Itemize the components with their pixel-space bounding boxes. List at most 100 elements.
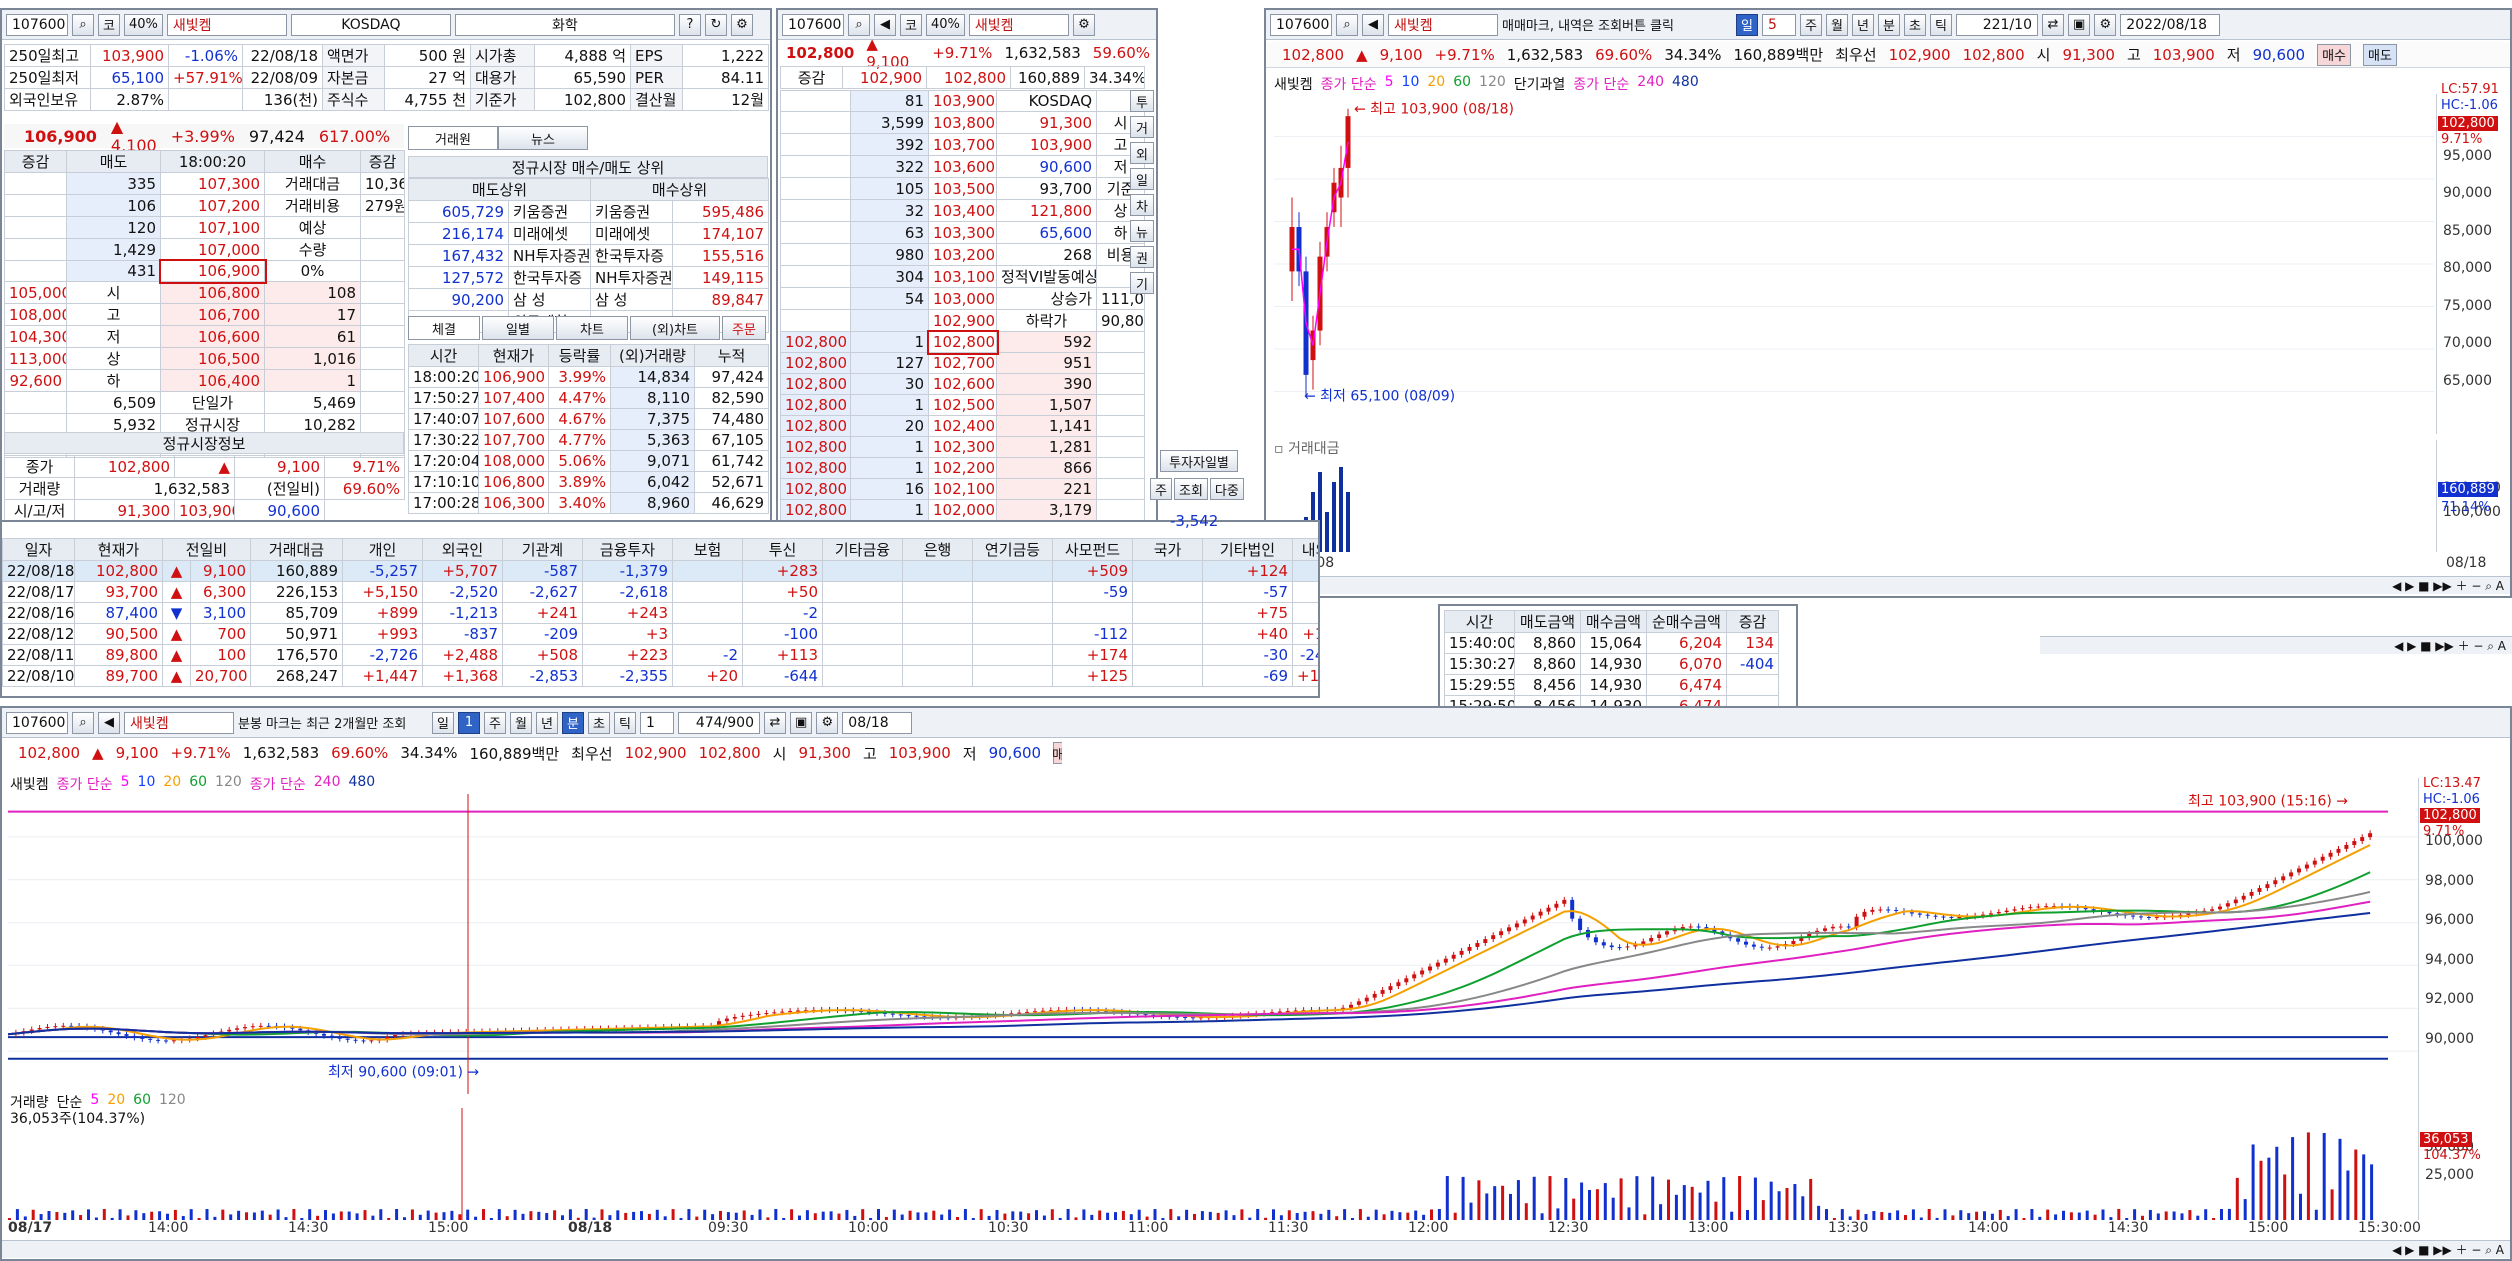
quote-ask-row[interactable]: 322 103,600 90,600 저 [780,155,1145,178]
daily-date[interactable]: 2022/08/18 [2120,13,2221,36]
quote-extra-ask-row[interactable]: 102,900하락가90,800 [780,309,1145,332]
code-input[interactable]: 107600 [6,13,68,36]
quote-stock-name[interactable]: 새빛켐 [968,13,1069,36]
quote-ask-row[interactable]: 63 103,300 65,600 하 [780,221,1145,244]
quote-ask-row[interactable]: 105 103,500 93,700 기준 [780,177,1145,200]
minute-settings-icon[interactable]: ⚙ [816,711,839,734]
minute-volume-chart[interactable] [8,1108,2418,1220]
bid-row[interactable]: 92,600 하 106,400 1 [4,369,405,392]
investor-type-button[interactable]: 주 [1150,478,1172,500]
quote-ask-row[interactable]: 54103,000상승가111,000 [780,287,1145,310]
legend-item[interactable]: 5 [121,774,130,794]
bid-row[interactable]: 104,300 저 106,600 61 [4,325,405,348]
legend-item[interactable]: 종가 단순 [57,774,113,794]
minute-period-second[interactable]: 초 [588,711,610,734]
daily-settings-icon[interactable]: ⚙ [2094,13,2117,36]
legend-item[interactable]: 종가 단순 [250,774,306,794]
minute-tool-icon[interactable]: ⇄ [764,711,786,734]
investor-row[interactable]: 22/08/18 102,800 ▲ 9,100 160,889 -5,257 +5,707… [2,560,1318,582]
daily-price-chart[interactable]: ← 최고 103,900 (08/18) ← 최저 65,100 (08/09) [1274,94,2434,434]
daily-code-input[interactable]: 107600 [1270,13,1332,36]
refresh-icon[interactable]: ↻ [704,13,727,36]
legend-item[interactable]: 새빛켐 [10,774,49,794]
legend-item[interactable]: 10 [1402,74,1420,94]
investor-query-button[interactable]: 조회 [1174,478,1208,500]
broker-row[interactable]: 216,174 미래에셋 미래에셋 174,107 [408,222,770,245]
quote-side-tab[interactable]: 뉴 [1130,220,1154,242]
quote-bid-row[interactable]: 102,800 127 102,700 951 [780,352,1145,374]
tab-news[interactable]: 뉴스 [498,126,588,150]
minute-search-icon[interactable]: ⌕ [72,711,94,734]
quote-bid-row[interactable]: 102,800 1 102,800 592 [780,329,1145,355]
tab-brokers[interactable]: 거래원 [408,126,498,150]
investor-row[interactable]: 22/08/16 87,400 ▼ 3,100 85,709 +899 -1,213 +241… [2,602,1318,624]
minute-code-input[interactable]: 107600 [6,711,68,734]
legend-item[interactable]: 240 [314,774,341,794]
period-second[interactable]: 초 [1904,13,1926,36]
quote-ask-row[interactable]: 3,599 103,800 91,300 시 [780,111,1145,134]
minute-save-icon[interactable]: ▣ [790,711,813,734]
quote-code-input[interactable]: 107600 [782,13,844,36]
minute-period-year[interactable]: 년 [536,711,558,734]
ask-row[interactable]: 1,429 107,000 수량 [4,238,405,261]
bid-row[interactable]: 105,000 시 106,800 108 [4,281,405,304]
quote-side-tab[interactable]: 차 [1130,194,1154,216]
quote-ask-row[interactable]: 980 103,200 268 비용 [780,243,1145,266]
ask-row[interactable]: 431 106,900 0% [4,258,405,284]
quote-bid-row[interactable]: 102,800 16 102,100 221 [780,478,1145,500]
quote-bid-row[interactable]: 102,800 20 102,400 1,141 [780,415,1145,437]
investor-multi-button[interactable]: 다중 [1209,478,1244,500]
minute-period-count[interactable]: 1 [458,711,480,734]
bid-row[interactable]: 113,000 상 106,500 1,016 [4,347,405,370]
broker-row[interactable]: 127,572 한국투자증 NH투자증권 149,115 [408,266,770,289]
daily-stock-name[interactable]: 새빛켐 [1388,13,1498,36]
bid-row[interactable]: 108,000 고 106,700 17 [4,303,405,326]
tab-foreign-chart[interactable]: (외)차트 [630,316,720,340]
legend-item[interactable]: 120 [215,774,242,794]
minute-period-minute[interactable]: 분 [562,711,584,734]
period-week[interactable]: 주 [1800,13,1822,36]
legend-item[interactable]: 10 [138,774,156,794]
quote-search-icon[interactable]: ⌕ [848,13,870,36]
investor-row[interactable]: 22/08/12 90,500 ▲ 700 50,971 +993 -837 -209 +3 -1… [2,623,1318,645]
quote-bid-row[interactable]: 102,800 30 102,600 390 [780,373,1145,395]
stock-name[interactable]: 새빛켐 [166,13,287,36]
investor-daily-tab[interactable]: 투자자일별 [1160,450,1238,472]
legend-item[interactable]: 새빛켐 [1274,74,1313,94]
broker-row[interactable]: 167,432 NH투자증권 한국투자증 155,516 [408,244,770,267]
legend-item[interactable]: 240 [1637,74,1664,94]
buy-button[interactable]: 매수 [1052,742,1062,764]
investor-row[interactable]: 22/08/11 89,800 ▲ 100 176,570 -2,726 +2,488 +50… [2,644,1318,666]
buy-button[interactable]: 매수 [2317,43,2352,66]
settings-icon[interactable]: ⚙ [730,13,753,36]
investor-row[interactable]: 22/08/10 89,700 ▲ 20,700 268,247 +1,447 +1,368… [2,665,1318,687]
broker-row[interactable]: 605,729 키움증권 키움증권 595,486 [408,200,770,223]
quote-ask-row[interactable]: 81 103,900 KOSDAQ [780,90,1145,112]
minute-date[interactable]: 08/18 [842,711,913,734]
minute-interval[interactable]: 1 [640,711,674,734]
tab-trades[interactable]: 체결 [408,316,480,340]
investor-row[interactable]: 22/08/17 93,700 ▲ 6,300 226,153 +5,150 -2,520-… [2,581,1318,603]
tab-order[interactable]: 주문 [722,316,766,340]
minute-bars-count[interactable]: 474/900 [678,711,760,734]
minute-period-tick[interactable]: 틱 [614,711,636,734]
broker-row[interactable]: 90,200 삼 성삼 성 89,847 [408,288,770,311]
minute-speaker-icon[interactable]: ◀ [98,711,120,734]
daily-save-icon[interactable]: ▣ [2068,13,2091,36]
quote-bid-row[interactable]: 102,800 1 102,000 3,179 [780,499,1145,521]
period-tick[interactable]: 틱 [1930,13,1952,36]
legend-item[interactable]: 120 [1479,74,1506,94]
minute-scrollbar[interactable]: ◀ ▶ ■ ▶▶ ＋ − ⌕ A [2,1240,2510,1258]
quote-side-tab[interactable]: 권 [1130,246,1154,268]
daily-volume-chart[interactable] [1274,456,2434,552]
quote-side-tab[interactable]: 투 [1130,90,1154,112]
period-month[interactable]: 월 [1826,13,1848,36]
tab-chart[interactable]: 차트 [556,316,628,340]
sell-button[interactable]: 매도 [2363,43,2397,66]
quote-side-tab[interactable]: 외 [1130,142,1154,164]
quote-side-tab[interactable]: 기 [1130,272,1154,294]
quote-bid-row[interactable]: 102,800 1 102,200 866 [780,457,1145,479]
ask-row[interactable]: 106 107,200 거래비용 279원 [4,194,405,217]
ask-row[interactable]: 335107,300거래대금10,363 [4,172,405,195]
quote-bid-row[interactable]: 102,800 1 102,500 1,507 [780,394,1145,416]
